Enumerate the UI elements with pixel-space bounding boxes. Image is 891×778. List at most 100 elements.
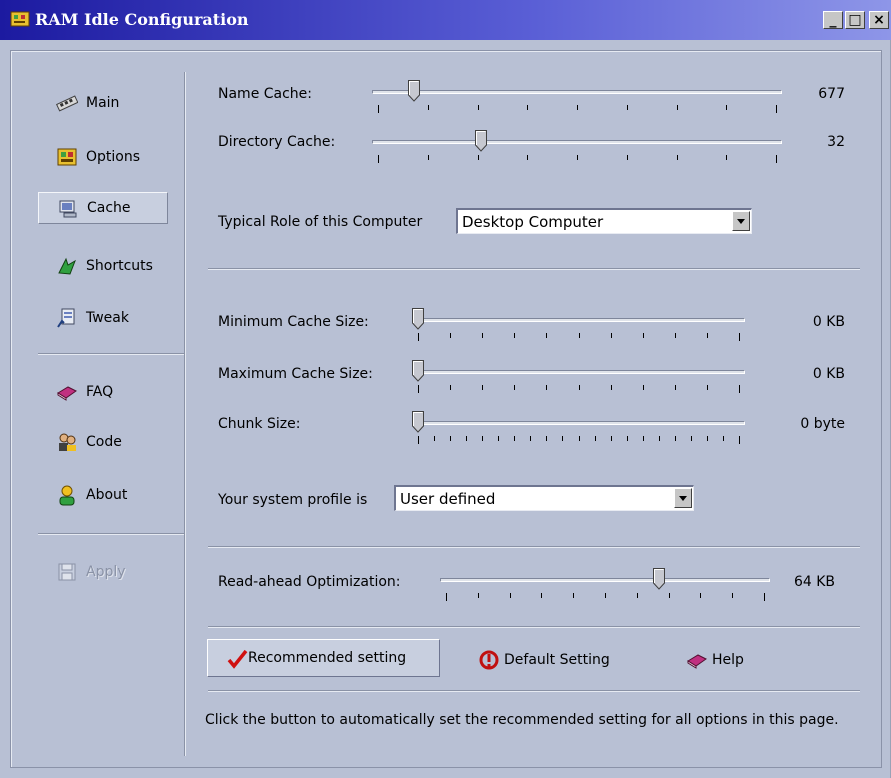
- role-select[interactable]: Desktop Computer: [456, 208, 752, 234]
- slider-tick: [482, 333, 483, 338]
- slider-tick: [378, 155, 379, 163]
- read-ahead-label: Read-ahead Optimization:: [218, 574, 401, 590]
- section-divider: [208, 626, 860, 627]
- role-label: Typical Role of this Computer: [218, 214, 423, 230]
- sidebar-item-label: Tweak: [86, 310, 129, 326]
- title-bar[interactable]: RAM Idle Configuration _ □ ×: [0, 0, 891, 40]
- slider-tick: [764, 593, 765, 601]
- slider-tick: [498, 436, 499, 441]
- min-cache-label: Minimum Cache Size:: [218, 314, 369, 330]
- slider-tick: [450, 436, 451, 441]
- slider-thumb[interactable]: [412, 308, 424, 330]
- slider-tick: [527, 155, 528, 160]
- sidebar-item-label: Cache: [87, 200, 131, 216]
- slider-tick: [643, 436, 644, 441]
- slider-tick: [691, 436, 692, 441]
- sidebar: Main Options Cache Shortcuts Tweak FAQ C…: [20, 70, 186, 760]
- slider-track[interactable]: [412, 318, 745, 322]
- help-button[interactable]: Help: [686, 648, 744, 672]
- sidebar-item-label: FAQ: [86, 384, 114, 400]
- sidebar-item-label: Shortcuts: [86, 258, 153, 274]
- sidebar-item-label: Code: [86, 434, 122, 450]
- slider-tick: [579, 333, 580, 338]
- chunk-size-value: 0 byte: [800, 416, 845, 432]
- slider-tick: [482, 385, 483, 390]
- slider-tick: [510, 593, 511, 598]
- options-icon: [57, 148, 77, 166]
- default-setting-button[interactable]: Default Setting: [478, 648, 610, 672]
- slider-tick: [605, 593, 606, 598]
- book-icon: [57, 386, 77, 401]
- slider-tick: [450, 385, 451, 390]
- sidebar-item-label: Options: [86, 149, 141, 165]
- directory-cache-value: 32: [827, 134, 845, 150]
- role-selected-value: Desktop Computer: [462, 213, 604, 231]
- slider-tick: [579, 385, 580, 390]
- slider-tick: [643, 333, 644, 338]
- slider-tick: [776, 155, 777, 163]
- slider-tick: [541, 593, 542, 598]
- slider-tick: [627, 105, 628, 110]
- recommended-setting-button[interactable]: Recommended setting: [207, 639, 440, 677]
- sidebar-item-tweak[interactable]: Tweak: [38, 302, 168, 334]
- ram-chip-icon: [56, 95, 78, 112]
- slider-tick: [527, 105, 528, 110]
- apply-label: Apply: [86, 564, 126, 580]
- slider-tick: [446, 593, 447, 601]
- slider-thumb[interactable]: [412, 411, 424, 433]
- sidebar-item-cache[interactable]: Cache: [38, 192, 168, 224]
- slider-tick: [637, 593, 638, 598]
- min-cache-value: 0 KB: [812, 314, 845, 330]
- slider-track[interactable]: [412, 421, 745, 425]
- slider-tick: [546, 436, 547, 441]
- close-button[interactable]: ×: [869, 11, 889, 29]
- disk-icon: [58, 563, 76, 581]
- reset-icon: [479, 650, 499, 670]
- slider-thumb[interactable]: [653, 568, 665, 590]
- slider-track[interactable]: [412, 370, 745, 374]
- slider-tick: [478, 155, 479, 160]
- slider-tick: [669, 593, 670, 598]
- slider-thumb[interactable]: [408, 80, 420, 102]
- sidebar-item-about[interactable]: About: [38, 479, 168, 511]
- slider-tick: [611, 333, 612, 338]
- sidebar-item-label: About: [86, 487, 128, 503]
- shortcut-arrow-icon: [58, 257, 76, 275]
- slider-tick: [546, 385, 547, 390]
- slider-tick: [478, 593, 479, 598]
- help-text: Click the button to automatically set th…: [205, 712, 839, 728]
- profile-selected-value: User defined: [400, 490, 496, 508]
- slider-track[interactable]: [372, 90, 782, 94]
- sidebar-item-main[interactable]: Main: [38, 87, 168, 119]
- maximize-button[interactable]: □: [845, 11, 865, 29]
- sidebar-item-code[interactable]: Code: [38, 426, 168, 458]
- slider-tick: [627, 436, 628, 441]
- chunk-size-label: Chunk Size:: [218, 416, 301, 432]
- minimize-button[interactable]: _: [823, 11, 843, 29]
- slider-tick: [530, 436, 531, 441]
- apply-button[interactable]: Apply: [38, 556, 168, 588]
- slider-tick: [726, 105, 727, 110]
- window-title: RAM Idle Configuration: [35, 10, 249, 29]
- slider-tick: [707, 385, 708, 390]
- chevron-down-icon[interactable]: [674, 488, 692, 508]
- slider-track[interactable]: [440, 578, 770, 582]
- sidebar-item-faq[interactable]: FAQ: [38, 376, 168, 408]
- slider-tick: [627, 155, 628, 160]
- cache-icon: [59, 200, 77, 218]
- slider-thumb[interactable]: [412, 360, 424, 382]
- slider-tick: [611, 436, 612, 441]
- slider-tick: [675, 333, 676, 338]
- sidebar-item-shortcuts[interactable]: Shortcuts: [38, 250, 168, 282]
- profile-select[interactable]: User defined: [394, 485, 694, 511]
- sidebar-item-options[interactable]: Options: [38, 141, 168, 173]
- read-ahead-value: 64 KB: [793, 574, 835, 590]
- slider-thumb[interactable]: [475, 130, 487, 152]
- slider-tick: [478, 105, 479, 110]
- section-divider: [208, 690, 860, 691]
- slider-tick: [466, 436, 467, 441]
- chevron-down-icon[interactable]: [732, 211, 750, 231]
- app-window: RAM Idle Configuration _ □ × Main Option…: [0, 0, 891, 778]
- slider-track[interactable]: [372, 140, 782, 144]
- slider-tick: [726, 155, 727, 160]
